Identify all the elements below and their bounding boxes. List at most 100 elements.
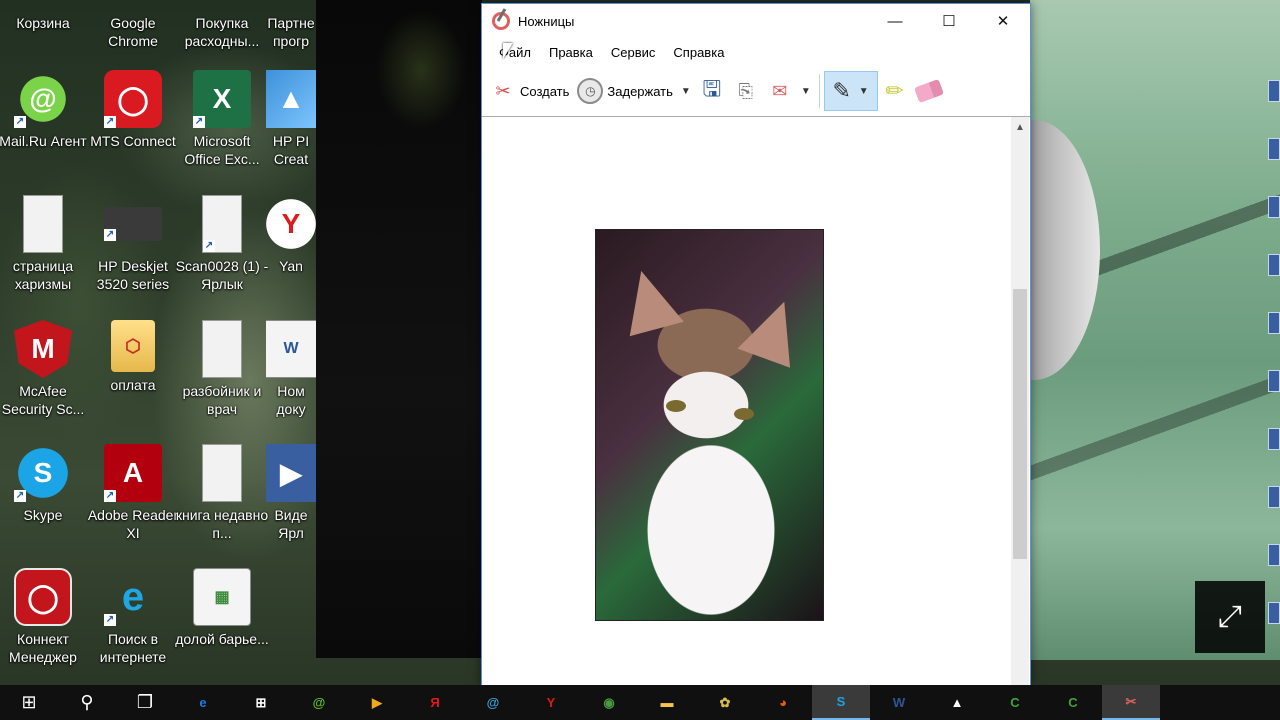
taskbar-mail-client[interactable]: @	[464, 685, 522, 720]
taskbar-chrome[interactable]: ◉	[580, 685, 638, 720]
taskbar-file-explorer[interactable]: ▬	[638, 685, 696, 720]
edge-icon-2[interactable]	[1268, 138, 1280, 160]
delay-button[interactable]: ◷ Задержать	[573, 73, 677, 109]
taskbar-photos[interactable]: ▲	[928, 685, 986, 720]
taskbar-firefox[interactable]: ◕	[754, 685, 812, 720]
edge-icon-6[interactable]	[1268, 370, 1280, 392]
desktop-icon-label: McAfee Security Sc...	[1, 383, 85, 417]
desktop-icon-book[interactable]: книга недавно п...	[176, 444, 268, 542]
scroll-thumb[interactable]	[1013, 289, 1027, 559]
snipping-tool-window: Ножницы — ☐ ✕ Файл Правка Сервис Справка…	[481, 3, 1031, 685]
file-explorer-icon: ▬	[660, 695, 674, 710]
firefox-icon: ◕	[779, 695, 787, 710]
desktop-icon-label: Yan	[279, 258, 303, 274]
snipping-tool-icon	[492, 12, 510, 30]
mcafee-icon: M	[14, 320, 72, 378]
desktop-icon-barriers[interactable]: ▦ долой барье...	[175, 568, 269, 648]
clock-icon: ◷	[577, 78, 604, 104]
desktop-icon-hp-deskjet[interactable]: ↗ HP Deskjet 3520 series	[88, 195, 178, 293]
taskbar-yandex[interactable]: Y	[522, 685, 580, 720]
edge-icon-8[interactable]	[1268, 486, 1280, 508]
desktop-icon-charisma-page[interactable]: страница харизмы	[0, 195, 88, 293]
desktop-icon-partner[interactable]: 🌐 Партне прогр	[266, 0, 316, 50]
edge-icon-1[interactable]	[1268, 80, 1280, 102]
desktop-icon-video[interactable]: ▶ Виде Ярл	[266, 444, 316, 542]
new-snip-button[interactable]: ✂ Создать	[486, 73, 573, 109]
taskbar-camtasia-recorder[interactable]: C	[1044, 685, 1102, 720]
window-controls: — ☐ ✕	[868, 4, 1030, 38]
desktop-icon-yandex[interactable]: Y Yan	[266, 195, 316, 275]
expand-icon[interactable]: ⤢	[1195, 581, 1265, 653]
edge-icon-10[interactable]	[1268, 602, 1280, 624]
menu-tools[interactable]: Сервис	[602, 41, 665, 64]
delay-dropdown-arrow[interactable]: ▼	[677, 86, 695, 97]
menu-edit[interactable]: Правка	[540, 41, 602, 64]
desktop-icon-payment[interactable]: ⬡ оплата	[88, 320, 178, 394]
search-button[interactable]: ⚲	[58, 685, 116, 720]
game-icon: ✿	[719, 694, 731, 710]
taskbar-store[interactable]: ⊞	[232, 685, 290, 720]
maximize-button[interactable]: ☐	[922, 4, 976, 38]
desktop-icon-recycle-bin[interactable]: 🗑 Корзина	[0, 0, 88, 32]
mailru-agent-icon: @	[312, 695, 326, 710]
yandex-icon: Y	[546, 695, 556, 710]
desktop-icon-konnekt-manager[interactable]: ◯ Коннект Менеджер	[0, 568, 88, 666]
save-button[interactable]: 🖫	[695, 73, 729, 109]
desktop-icon-label: долой барье...	[175, 631, 269, 647]
snip-canvas[interactable]: ▲	[482, 116, 1030, 685]
desktop-icon-scan[interactable]: ↗ Scan0028 (1) - Ярлык	[176, 195, 268, 293]
close-button[interactable]: ✕	[976, 4, 1030, 38]
taskbar-snipping-tool[interactable]: ✂	[1102, 685, 1160, 720]
taskbar-word-app[interactable]: W	[870, 685, 928, 720]
copy-button[interactable]: ⎘	[729, 73, 763, 109]
desktop-icon-adobe-reader[interactable]: A ↗ Adobe Reader XI	[88, 444, 178, 542]
edge-icon-4[interactable]	[1268, 254, 1280, 276]
send-dropdown-arrow[interactable]: ▼	[797, 86, 815, 97]
send-button[interactable]: ✉	[763, 73, 797, 109]
desktop-icon-google-chrome[interactable]: ◉ Google Chrome	[88, 0, 178, 50]
edge-icon-7[interactable]	[1268, 428, 1280, 450]
window-title: Ножницы	[518, 13, 575, 29]
taskbar-edge[interactable]: e	[174, 685, 232, 720]
desktop-icon-hp-photo[interactable]: ▲ HP PI Creat	[266, 70, 316, 168]
edge-icon-5[interactable]	[1268, 312, 1280, 334]
edge-icon-9[interactable]	[1268, 544, 1280, 566]
menu-file[interactable]: Файл	[490, 41, 540, 64]
desktop-icon-label: MTS Connect	[90, 133, 176, 149]
title-bar[interactable]: Ножницы — ☐ ✕	[482, 4, 1030, 38]
highlighter-button[interactable]: ✏	[878, 73, 912, 109]
edge-icon-3[interactable]	[1268, 196, 1280, 218]
taskbar-mailru-agent[interactable]: @	[290, 685, 348, 720]
menu-help[interactable]: Справка	[664, 41, 733, 64]
snipping-tool-icon: ✂	[1125, 693, 1137, 709]
vertical-scrollbar[interactable]: ▲	[1011, 117, 1029, 685]
minimize-button[interactable]: —	[868, 4, 922, 38]
desktop-icon-internet-search[interactable]: e ↗ Поиск в интернете	[88, 568, 178, 666]
pen-dropdown-arrow[interactable]: ▼	[855, 86, 873, 97]
desktop-icon-label: Покупка расходны...	[184, 15, 260, 49]
taskbar-skype[interactable]: S	[812, 685, 870, 720]
eraser-button[interactable]	[912, 73, 946, 109]
internet-explorer-icon: e ↗	[104, 574, 145, 626]
desktop-icon-skype[interactable]: S ↗ Skype	[0, 444, 88, 524]
scroll-up-icon[interactable]: ▲	[1011, 117, 1029, 137]
desktop-icon-number-doc[interactable]: W Ном доку	[266, 320, 316, 418]
desktop-icon-mailru[interactable]: @ ↗ Mail.Ru Агент	[0, 70, 88, 150]
taskbar-game[interactable]: ✿	[696, 685, 754, 720]
taskbar-yandex-browser[interactable]: Я	[406, 685, 464, 720]
start-button[interactable]: ⊞	[0, 685, 58, 720]
document-icon	[202, 320, 242, 378]
desktop-icon-robber-doctor[interactable]: разбойник и врач	[177, 320, 267, 418]
background-dark-window	[316, 0, 482, 658]
desktop-icon-mcafee[interactable]: M McAfee Security Sc...	[0, 320, 88, 418]
pen-button[interactable]: ✎ ▼	[823, 71, 878, 111]
printer-icon: ↗	[104, 207, 162, 241]
task-view-button[interactable]: ❐	[116, 685, 174, 720]
desktop-icon-mts-connect[interactable]: ◯ ↗ MTS Connect	[88, 70, 178, 150]
desktop-icon-excel[interactable]: X ↗ Microsoft Office Exc...	[177, 70, 267, 168]
desktop-icon-purchase[interactable]: 🛒 Покупка расходны...	[177, 0, 267, 50]
taskbar-media-player[interactable]: ▶	[348, 685, 406, 720]
desktop-icon-label: разбойник и врач	[182, 383, 262, 417]
yandex-browser-icon: Я	[430, 695, 440, 710]
taskbar-camtasia[interactable]: C	[986, 685, 1044, 720]
